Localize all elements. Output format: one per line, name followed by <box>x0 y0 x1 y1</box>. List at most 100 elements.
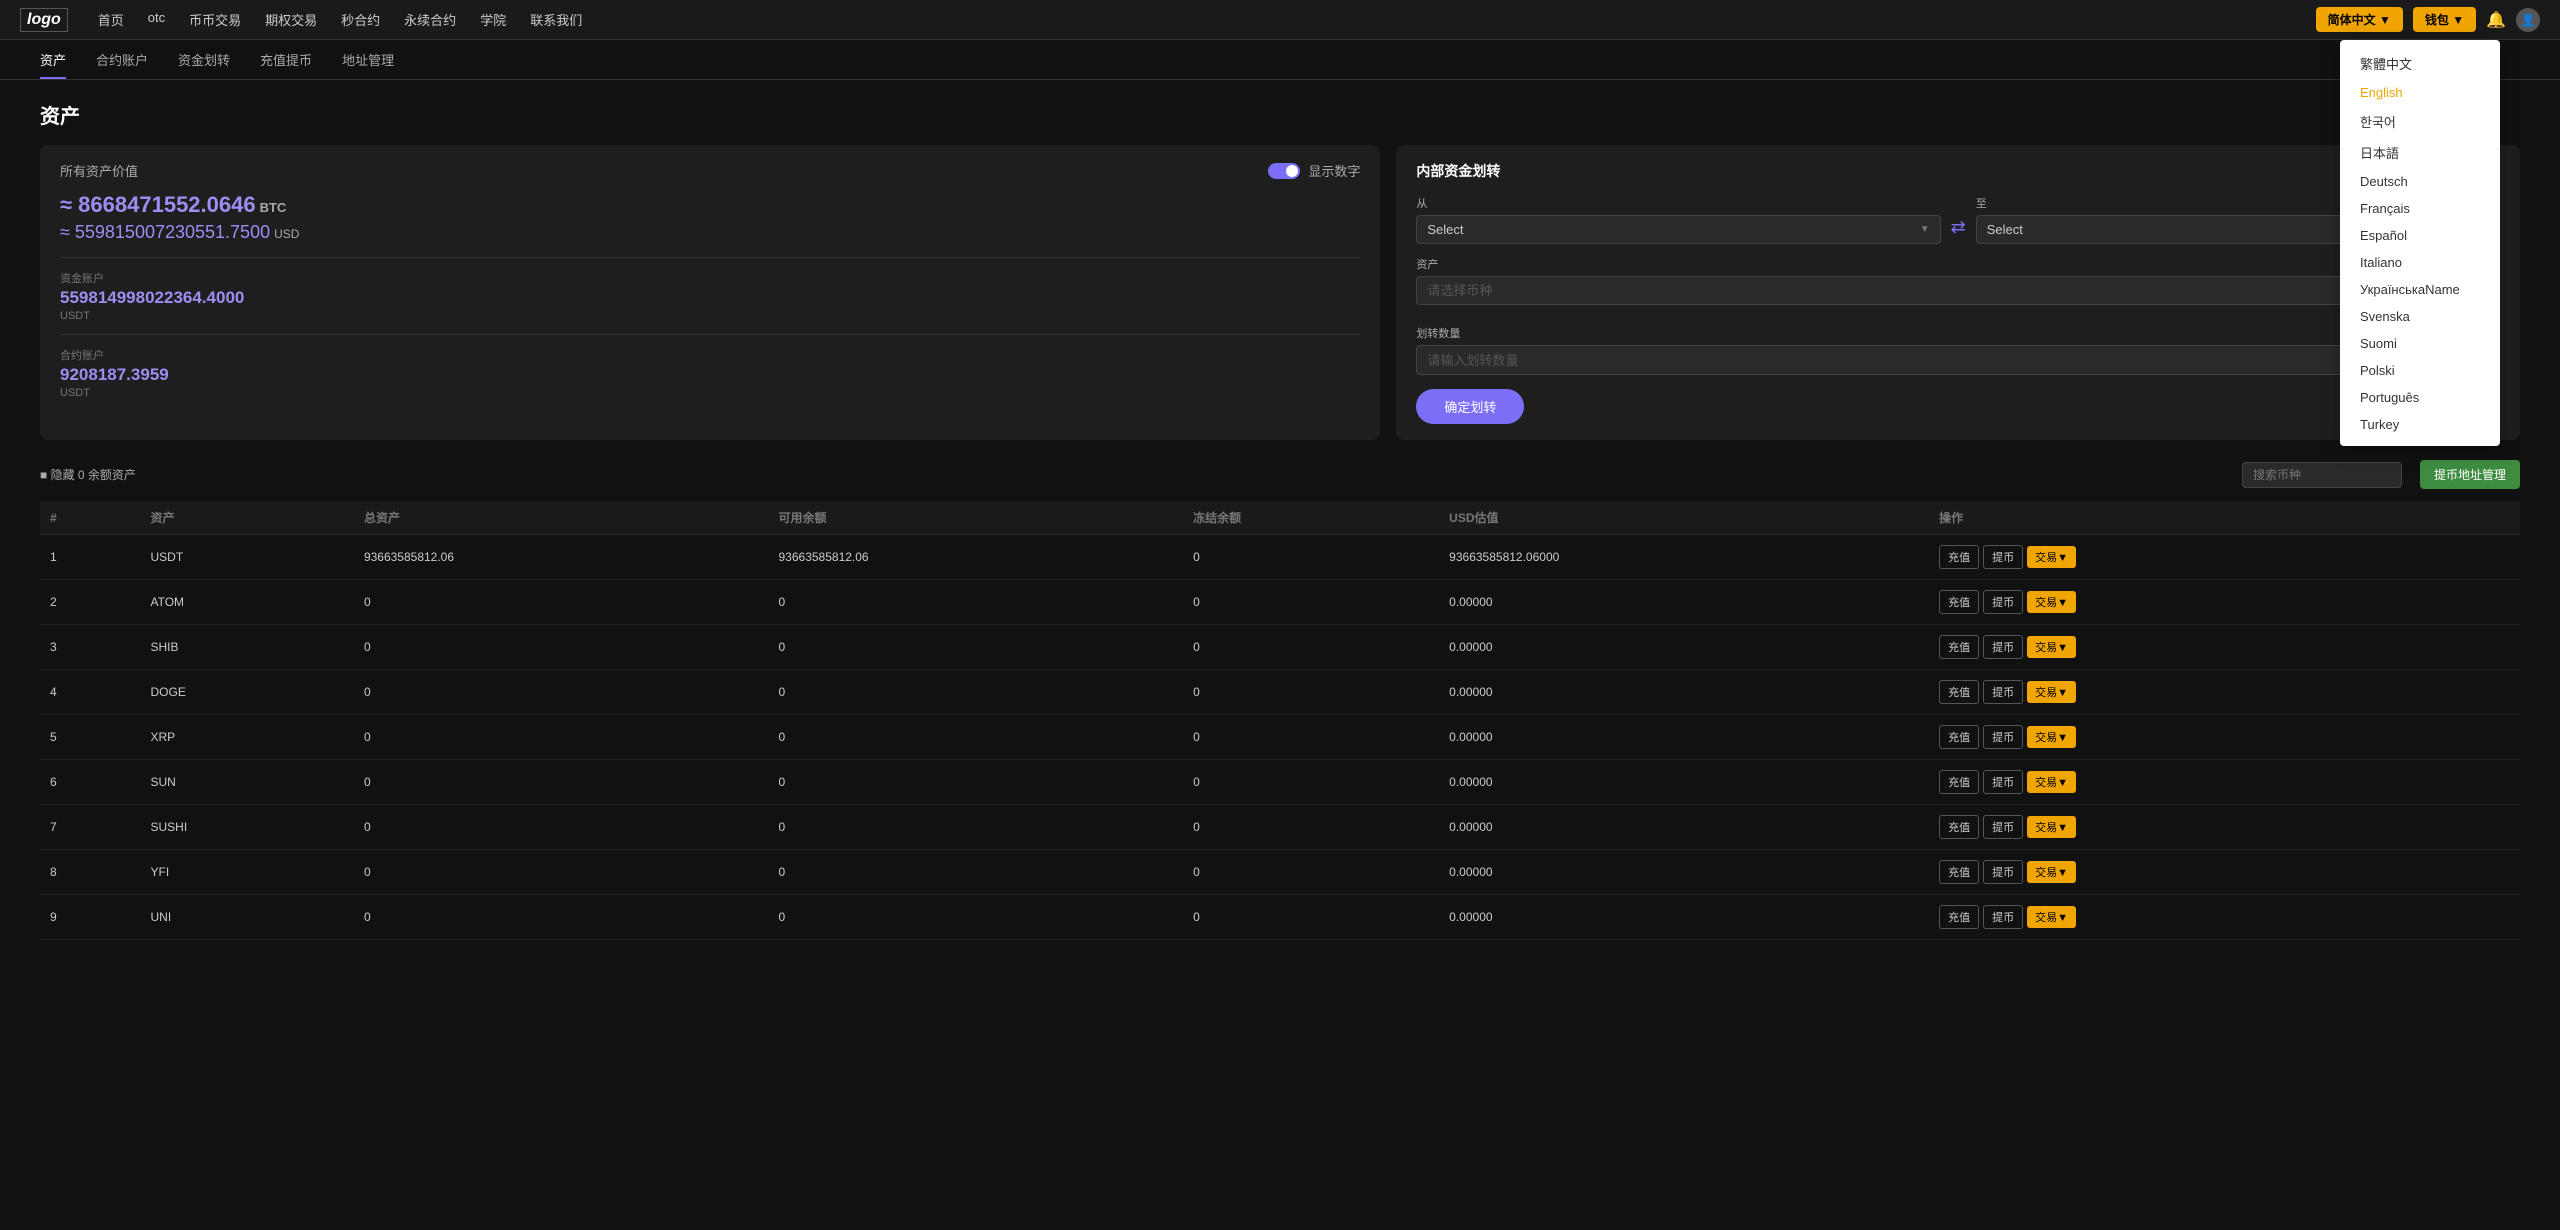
withdraw-button[interactable]: 提币 <box>1983 725 2023 749</box>
search-input[interactable] <box>2242 462 2402 488</box>
trade-button[interactable]: 交易▼ <box>2027 861 2076 883</box>
deposit-button[interactable]: 充值 <box>1939 860 1979 884</box>
table-head: #资产总资产可用余额冻结余额USD估值操作 <box>40 501 2520 535</box>
cell-3-2: 0 <box>354 670 769 715</box>
trade-button[interactable]: 交易▼ <box>2027 906 2076 928</box>
deposit-button[interactable]: 充值 <box>1939 770 1979 794</box>
cell-3-1: DOGE <box>140 670 353 715</box>
table-header-冻结余额: 冻结余额 <box>1183 501 1439 535</box>
from-group: 从 Select ▼ <box>1416 195 1940 244</box>
from-select[interactable]: Select ▼ <box>1416 215 1940 244</box>
lang-option-Deutsch[interactable]: Deutsch <box>2340 168 2500 195</box>
deposit-button[interactable]: 充值 <box>1939 590 1979 614</box>
cell-4-5: 0.00000 <box>1439 715 1929 760</box>
from-arrow-icon: ▼ <box>1920 224 1930 235</box>
sub-nav-item-0[interactable]: 资产 <box>40 50 66 79</box>
trade-button[interactable]: 交易▼ <box>2027 636 2076 658</box>
withdraw-button[interactable]: 提币 <box>1983 860 2023 884</box>
lang-option-Português[interactable]: Português <box>2340 384 2500 411</box>
withdraw-button[interactable]: 提币 <box>1983 590 2023 614</box>
cell-0-5: 93663585812.06000 <box>1439 535 1929 580</box>
cell-7-1: YFI <box>140 850 353 895</box>
qty-input[interactable] <box>1427 353 2433 368</box>
nav-link-联系我们[interactable]: 联系我们 <box>530 10 582 29</box>
nav-link-otc[interactable]: otc <box>148 10 165 29</box>
cell-7-5: 0.00000 <box>1439 850 1929 895</box>
contract-currency: USDT <box>60 387 1360 399</box>
deposit-button[interactable]: 充值 <box>1939 635 1979 659</box>
deposit-mgmt-button[interactable]: 提币地址管理 <box>2420 460 2520 489</box>
deposit-button[interactable]: 充值 <box>1939 680 1979 704</box>
bell-icon[interactable]: 🔔 <box>2486 10 2506 30</box>
trade-button[interactable]: 交易▼ <box>2027 816 2076 838</box>
swap-icon[interactable]: ⇄ <box>1951 217 1966 238</box>
lang-option-한국어[interactable]: 한국어 <box>2340 106 2500 137</box>
hide-zero-label: ■ 隐藏 0 余额资产 <box>40 466 136 483</box>
asset-table: #资产总资产可用余额冻结余额USD估值操作 1USDT93663585812.0… <box>40 501 2520 940</box>
withdraw-button[interactable]: 提币 <box>1983 905 2023 929</box>
cell-3-5: 0.00000 <box>1439 670 1929 715</box>
withdraw-button[interactable]: 提币 <box>1983 635 2023 659</box>
lang-option-Suomi[interactable]: Suomi <box>2340 330 2500 357</box>
avatar[interactable]: 👤 <box>2516 8 2540 32</box>
deposit-button[interactable]: 充值 <box>1939 725 1979 749</box>
nav-link-期权交易[interactable]: 期权交易 <box>265 10 317 29</box>
usd-value: ≈ 559815007230551.7500USD <box>60 222 1360 243</box>
asset-input[interactable] <box>1427 283 2478 298</box>
trade-button[interactable]: 交易▼ <box>2027 546 2076 568</box>
lang-option-Español[interactable]: Español <box>2340 222 2500 249</box>
deposit-button[interactable]: 充值 <box>1939 815 1979 839</box>
cell-1-5: 0.00000 <box>1439 580 1929 625</box>
cell-2-2: 0 <box>354 625 769 670</box>
confirm-transfer-button[interactable]: 确定划转 <box>1416 389 1524 424</box>
withdraw-button[interactable]: 提币 <box>1983 545 2023 569</box>
bottom-bar: ■ 隐藏 0 余额资产 提币地址管理 <box>40 460 2520 489</box>
nav-links: 首页 otc 币币交易 期权交易 秒合约 永续合约 学院 联系我们 <box>98 10 2316 29</box>
nav-link-币币交易[interactable]: 币币交易 <box>189 10 241 29</box>
page-title: 资产 <box>40 100 2520 129</box>
trade-button[interactable]: 交易▼ <box>2027 591 2076 613</box>
withdraw-button[interactable]: 提币 <box>1983 680 2023 704</box>
trade-button[interactable]: 交易▼ <box>2027 726 2076 748</box>
cell-8-0: 9 <box>40 895 140 940</box>
account-value: 559814998022364.4000 <box>60 288 1360 308</box>
lang-option-Turkey[interactable]: Turkey <box>2340 411 2500 438</box>
nav-link-首页[interactable]: 首页 <box>98 10 124 29</box>
cell-1-4: 0 <box>1183 580 1439 625</box>
cell-0-1: USDT <box>140 535 353 580</box>
trade-button[interactable]: 交易▼ <box>2027 681 2076 703</box>
action-cell-1: 充值 提币 交易▼ <box>1929 580 2520 625</box>
lang-option-日本語[interactable]: 日本語 <box>2340 137 2500 168</box>
nav-link-秒合约[interactable]: 秒合约 <box>341 10 380 29</box>
lang-button[interactable]: 简体中文 ▼ <box>2316 7 2403 32</box>
trade-button[interactable]: 交易▼ <box>2027 771 2076 793</box>
display-toggle[interactable] <box>1268 163 1300 179</box>
lang-option-Polski[interactable]: Polski <box>2340 357 2500 384</box>
table-row: 7SUSHI0000.00000 充值 提币 交易▼ <box>40 805 2520 850</box>
nav-link-永续合约[interactable]: 永续合约 <box>404 10 456 29</box>
wallet-button[interactable]: 钱包 ▼ <box>2413 7 2476 32</box>
deposit-button[interactable]: 充值 <box>1939 545 1979 569</box>
nav-link-学院[interactable]: 学院 <box>480 10 506 29</box>
sub-nav-item-2[interactable]: 资金划转 <box>178 50 230 79</box>
withdraw-button[interactable]: 提币 <box>1983 815 2023 839</box>
lang-option-English[interactable]: English <box>2340 79 2500 106</box>
sub-nav-item-1[interactable]: 合约账户 <box>96 50 148 79</box>
table-row: 4DOGE0000.00000 充值 提币 交易▼ <box>40 670 2520 715</box>
lang-option-Svenska[interactable]: Svenska <box>2340 303 2500 330</box>
sub-nav-item-4[interactable]: 地址管理 <box>342 50 394 79</box>
cell-8-4: 0 <box>1183 895 1439 940</box>
deposit-button[interactable]: 充值 <box>1939 905 1979 929</box>
from-label: 从 <box>1416 195 1940 211</box>
lang-option-Français[interactable]: Français <box>2340 195 2500 222</box>
nav-right: 简体中文 ▼ 繁體中文English한국어日本語DeutschFrançaisE… <box>2316 7 2540 32</box>
lang-option-繁體中文[interactable]: 繁體中文 <box>2340 48 2500 79</box>
withdraw-button[interactable]: 提币 <box>1983 770 2023 794</box>
cell-8-5: 0.00000 <box>1439 895 1929 940</box>
table-header-总资产: 总资产 <box>354 501 769 535</box>
cell-8-3: 0 <box>769 895 1184 940</box>
lang-option-УкраїнськаName[interactable]: УкраїнськаName <box>2340 276 2500 303</box>
cell-6-5: 0.00000 <box>1439 805 1929 850</box>
lang-option-Italiano[interactable]: Italiano <box>2340 249 2500 276</box>
sub-nav-item-3[interactable]: 充值提币 <box>260 50 312 79</box>
